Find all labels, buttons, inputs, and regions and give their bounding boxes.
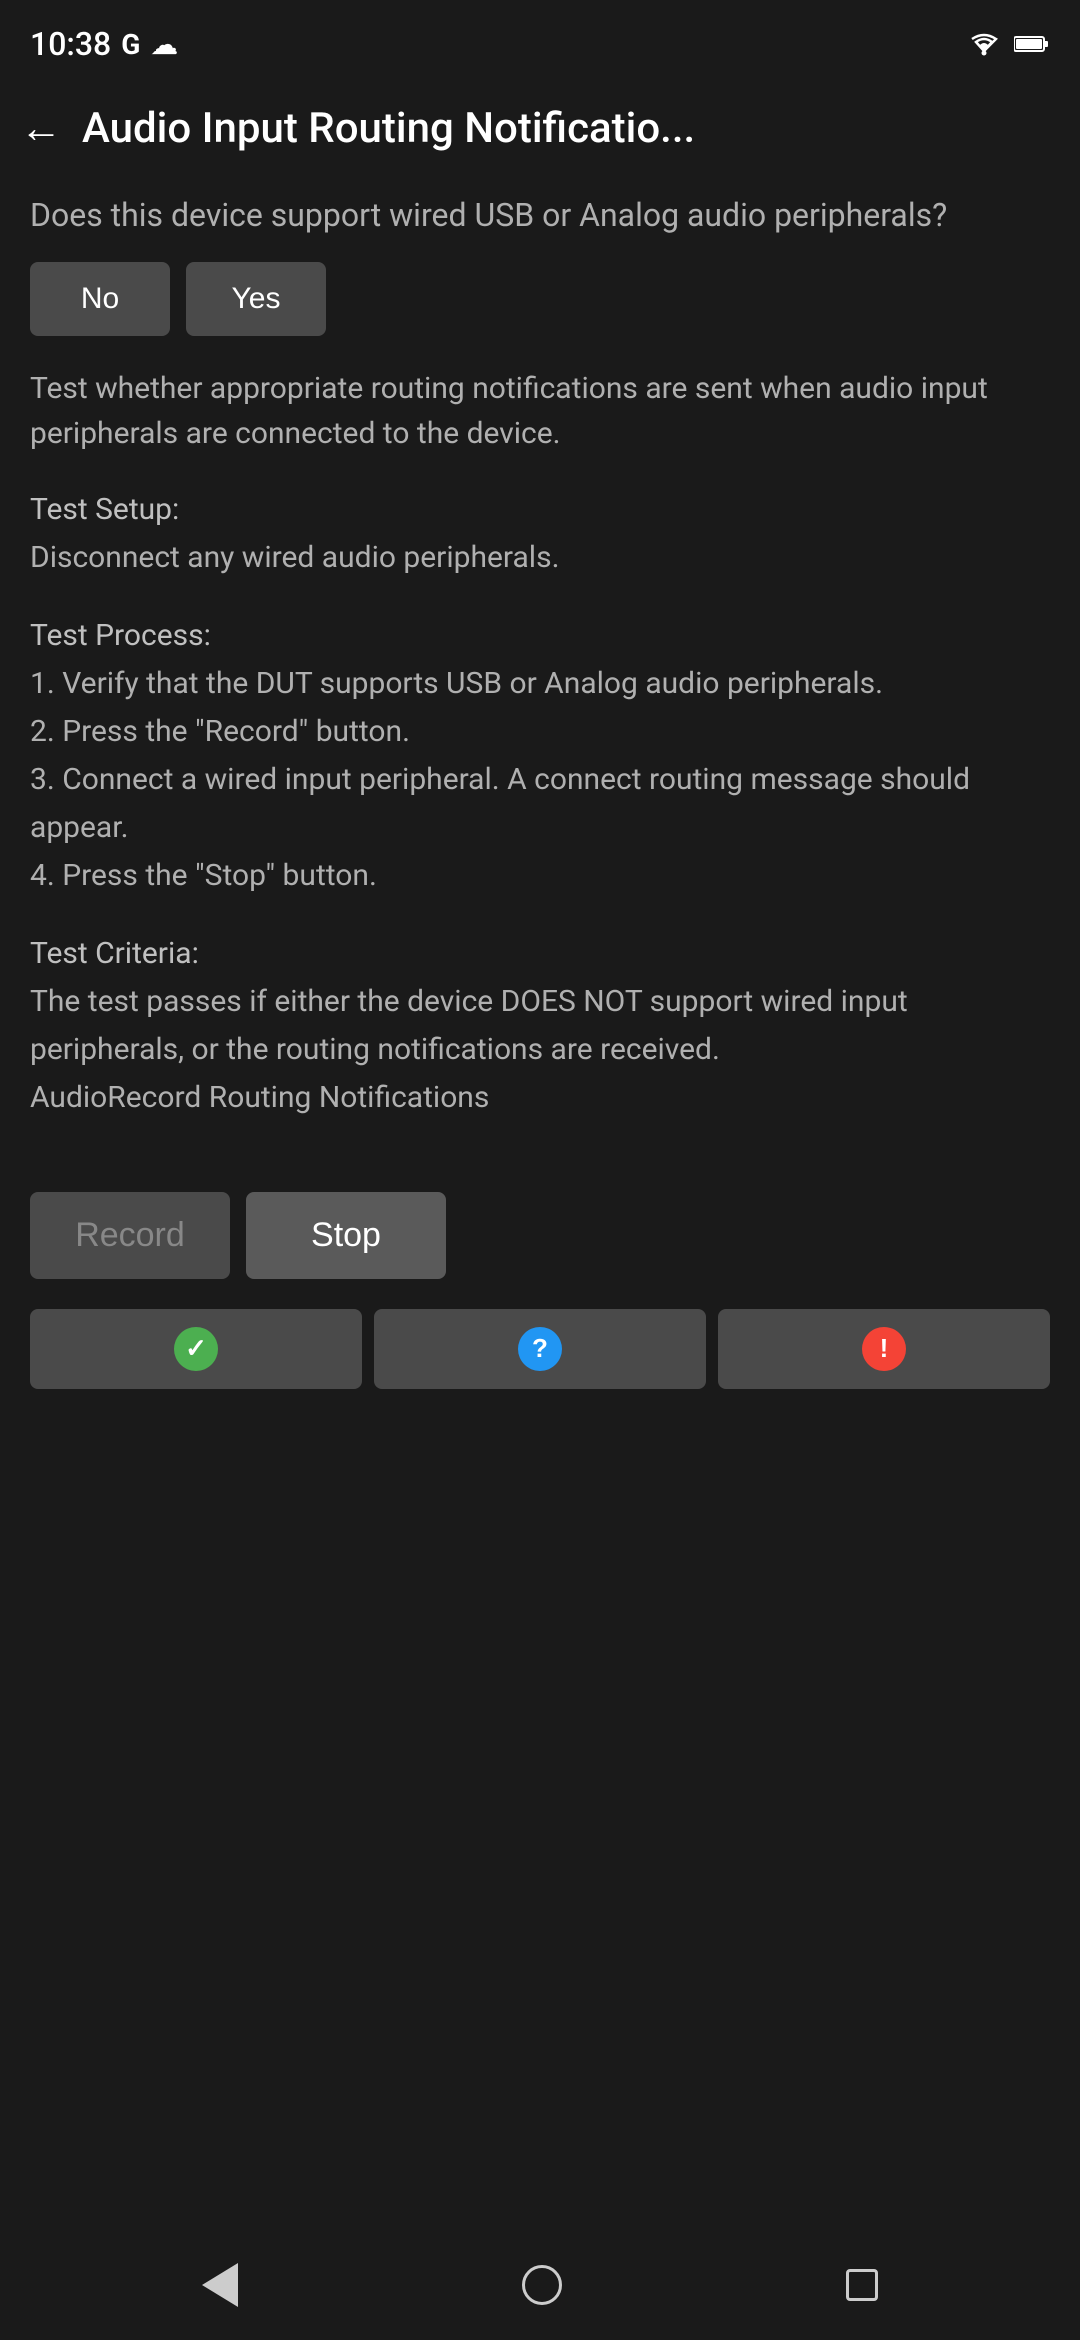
- google-icon: G: [121, 28, 140, 61]
- test-setup-body: Disconnect any wired audio peripherals.: [30, 540, 560, 575]
- test-step-4: 4. Press the "Stop" button.: [30, 858, 377, 893]
- result-buttons: ✓ ? !: [0, 1299, 1080, 1419]
- choice-button-row: No Yes: [30, 262, 1050, 336]
- test-criteria-body: The test passes if either the device DOE…: [30, 984, 908, 1067]
- nav-home-button[interactable]: [522, 2265, 562, 2305]
- test-step-3: 3. Connect a wired input peripheral. A c…: [30, 762, 970, 845]
- test-criteria-section: Test Criteria: The test passes if either…: [30, 930, 1050, 1122]
- status-left: 10:38 G ☁: [30, 25, 178, 63]
- action-buttons: Record Stop: [0, 1172, 1080, 1299]
- no-button[interactable]: No: [30, 262, 170, 336]
- info-button[interactable]: ?: [374, 1309, 706, 1389]
- test-step-1: 1. Verify that the DUT supports USB or A…: [30, 666, 883, 701]
- time-display: 10:38: [30, 25, 111, 63]
- test-setup-section: Test Setup: Disconnect any wired audio p…: [30, 486, 1050, 582]
- test-process-section: Test Process: 1. Verify that the DUT sup…: [30, 612, 1050, 900]
- cloud-icon: ☁: [150, 28, 178, 61]
- header: ← Audio Input Routing Notificatio...: [0, 80, 1080, 173]
- question-text: Does this device support wired USB or An…: [30, 193, 1050, 238]
- pass-button[interactable]: ✓: [30, 1309, 362, 1389]
- fail-button[interactable]: !: [718, 1309, 1050, 1389]
- record-button[interactable]: Record: [30, 1192, 230, 1279]
- description-text: Test whether appropriate routing notific…: [30, 366, 1050, 456]
- yes-button[interactable]: Yes: [186, 262, 326, 336]
- back-button[interactable]: ←: [20, 108, 62, 150]
- page-title: Audio Input Routing Notificatio...: [82, 104, 1060, 153]
- wifi-icon: [966, 31, 1002, 57]
- test-step-2: 2. Press the "Record" button.: [30, 714, 410, 749]
- battery-icon: [1014, 34, 1050, 54]
- nav-recent-button[interactable]: [846, 2269, 878, 2301]
- nav-back-button[interactable]: [202, 2263, 238, 2307]
- pass-icon: ✓: [174, 1327, 218, 1371]
- test-criteria-title: Test Criteria:: [30, 936, 199, 971]
- fail-icon: !: [862, 1327, 906, 1371]
- test-criteria-label: AudioRecord Routing Notifications: [30, 1080, 489, 1115]
- nav-bar: [0, 2230, 1080, 2340]
- info-icon: ?: [518, 1327, 562, 1371]
- test-setup-title: Test Setup:: [30, 492, 179, 527]
- main-content: Does this device support wired USB or An…: [0, 173, 1080, 1172]
- test-process-title: Test Process:: [30, 618, 211, 653]
- stop-button[interactable]: Stop: [246, 1192, 446, 1279]
- status-right: [966, 31, 1050, 57]
- status-bar: 10:38 G ☁: [0, 0, 1080, 80]
